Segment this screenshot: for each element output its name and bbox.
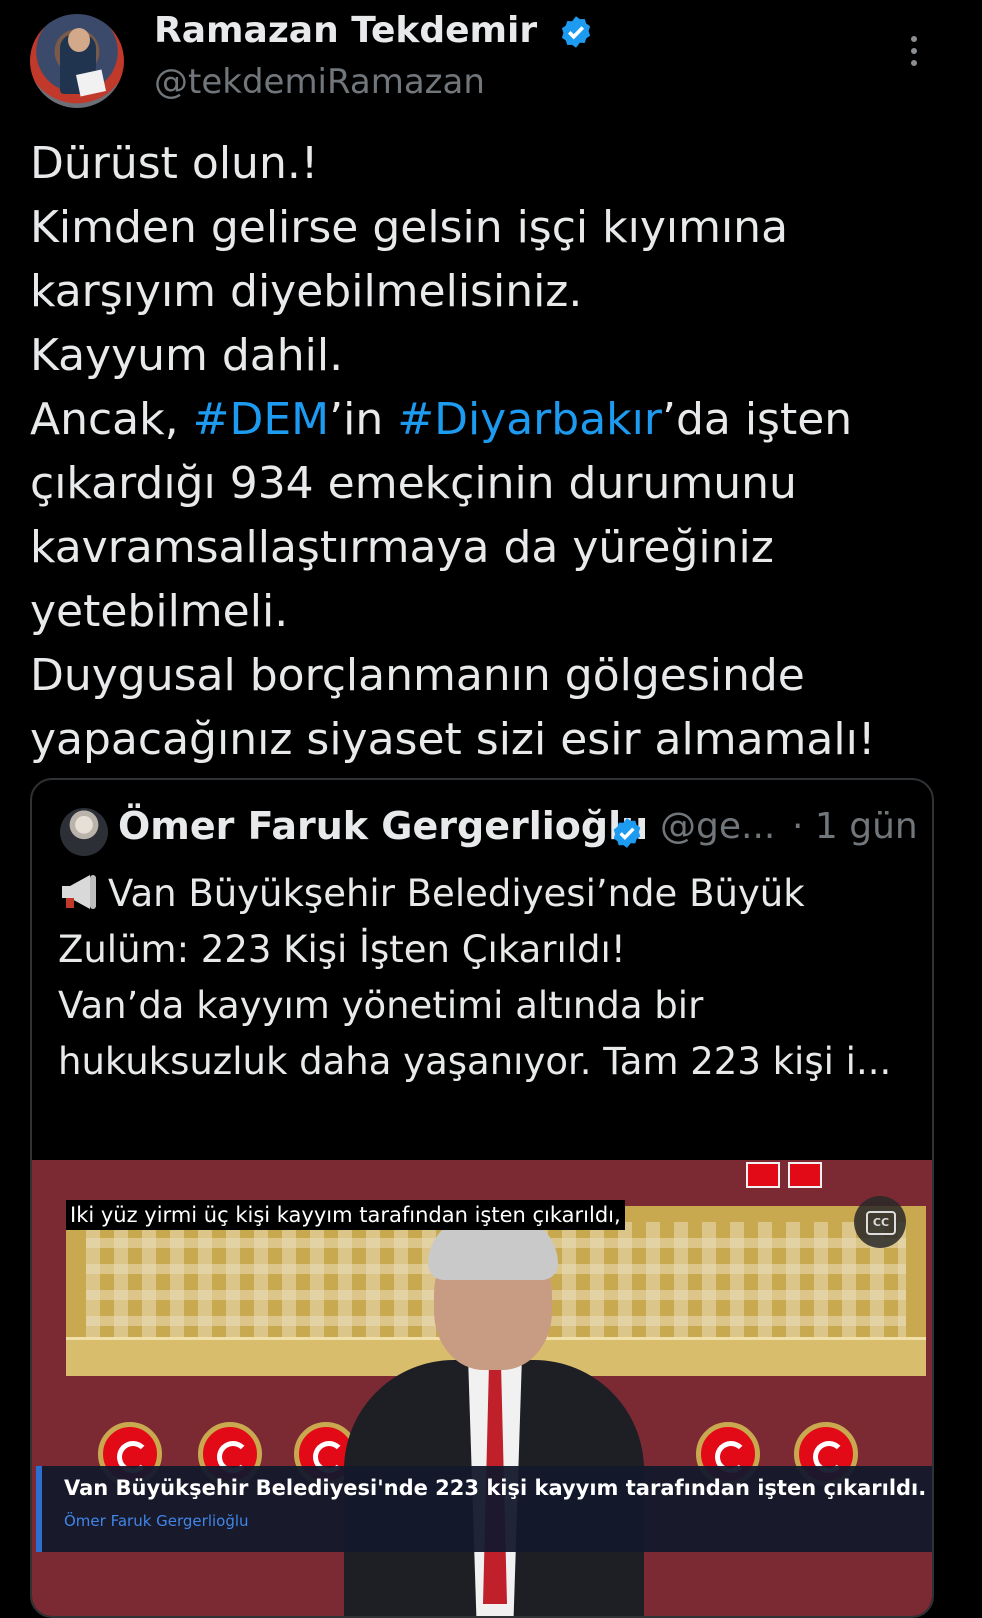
quoted-author-name[interactable]: Ömer Faruk Gergerlioğlu xyxy=(118,804,648,848)
quoted-tweet[interactable]: Ömer Faruk Gergerlioğlu @ge... · 1 gün V… xyxy=(30,778,934,1618)
quoted-author-handle[interactable]: @ge... xyxy=(660,806,775,847)
quoted-avatar[interactable] xyxy=(60,808,108,856)
lower-third: Van Büyükşehir Belediyesi'nde 223 kişi k… xyxy=(36,1466,932,1552)
quoted-text: Van Büyükşehir Belediyesi’nde Büyük Zulü… xyxy=(58,872,892,1083)
video-subtitle: Iki yüz yirmi üç kişi kayyım tarafından … xyxy=(66,1200,625,1230)
verified-badge-icon xyxy=(561,16,590,48)
author-name-row[interactable]: Ramazan Tekdemir xyxy=(154,10,594,51)
author-name[interactable]: Ramazan Tekdemir xyxy=(154,10,537,51)
hashtag-diyarbakir[interactable]: #Diyarbakır xyxy=(397,394,662,445)
lower-third-title: Van Büyükşehir Belediyesi'nde 223 kişi k… xyxy=(64,1476,927,1500)
more-options-icon[interactable] xyxy=(906,36,922,72)
turkish-flag-icon xyxy=(746,1162,780,1188)
verified-badge-icon xyxy=(613,818,641,848)
turkish-flag-icon xyxy=(788,1162,822,1188)
cc-icon[interactable]: CC xyxy=(854,1196,906,1248)
author-handle[interactable]: @tekdemiRamazan xyxy=(154,62,485,102)
lower-third-name: Ömer Faruk Gergerlioğlu xyxy=(64,1512,249,1530)
megaphone-icon xyxy=(62,875,96,909)
video-player[interactable]: Iki yüz yirmi üç kişi kayyım tarafından … xyxy=(32,1160,932,1616)
tweet-text: Dürüst olun.! Kimden gelirse gelsin işçi… xyxy=(30,138,876,765)
hashtag-dem[interactable]: #DEM xyxy=(193,394,330,445)
author-avatar[interactable] xyxy=(30,14,124,108)
quoted-timestamp[interactable]: · 1 gün xyxy=(792,806,918,847)
